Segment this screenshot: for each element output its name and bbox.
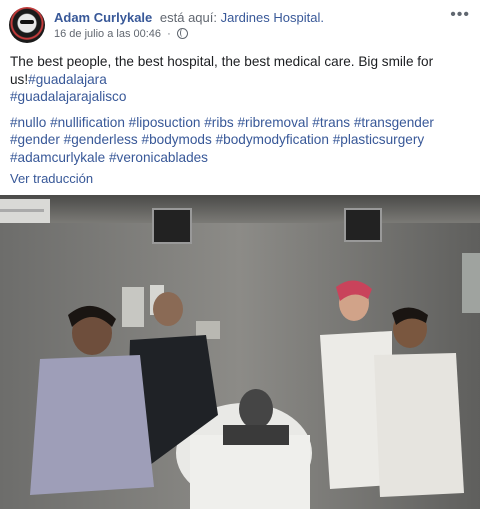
post-photo[interactable] <box>0 195 480 509</box>
hashtag-link[interactable]: #guadalajarajalisco <box>10 89 126 104</box>
hashtag-link[interactable]: #gender <box>10 132 60 147</box>
hashtag-link[interactable]: #plasticsurgery <box>333 132 424 147</box>
hashtag-link[interactable]: #ribs <box>204 115 233 130</box>
more-options-icon[interactable]: ••• <box>450 7 470 23</box>
translate-link[interactable]: Ver traducción <box>10 171 93 187</box>
hashtag-link[interactable]: #genderless <box>64 132 138 147</box>
place-link[interactable]: Jardines Hospital. <box>221 10 324 25</box>
post-timestamp[interactable]: 16 de julio a las 00:46 <box>54 28 161 40</box>
hashtag-link[interactable]: #bodymodyfication <box>216 132 329 147</box>
hashtag-link[interactable]: #liposuction <box>129 115 201 130</box>
hashtag-link[interactable]: #ribremoval <box>237 115 308 130</box>
hashtag-list: #nullo #nullification #liposuction #ribs… <box>10 114 472 167</box>
hashtag-link[interactable]: #adamcurlykale <box>10 150 105 165</box>
post-body: The best people, the best hospital, the … <box>10 53 472 166</box>
hashtag-link[interactable]: #veronicablades <box>109 150 208 165</box>
post-meta: 16 de julio a las 00:46 · <box>54 27 188 41</box>
author-name[interactable]: Adam Curlykale <box>54 10 152 25</box>
check-in-verb: está aquí: <box>159 10 217 25</box>
hashtag-link[interactable]: #nullo <box>10 115 46 130</box>
author-avatar[interactable] <box>9 7 45 43</box>
hashtag-link[interactable]: #nullification <box>50 115 125 130</box>
hashtag-link[interactable]: #guadalajara <box>28 72 107 87</box>
hashtag-link[interactable]: #transgender <box>354 115 434 130</box>
post-header: Adam Curlykale está aquí: Jardines Hospi… <box>0 0 480 44</box>
globe-icon[interactable] <box>176 28 188 39</box>
hospital-photo-image <box>0 195 480 509</box>
hashtag-link[interactable]: #trans <box>312 115 350 130</box>
meta-separator: · <box>167 28 171 40</box>
author-line: Adam Curlykale está aquí: Jardines Hospi… <box>54 10 324 26</box>
post-caption: The best people, the best hospital, the … <box>10 53 472 106</box>
hashtag-link[interactable]: #bodymods <box>142 132 212 147</box>
